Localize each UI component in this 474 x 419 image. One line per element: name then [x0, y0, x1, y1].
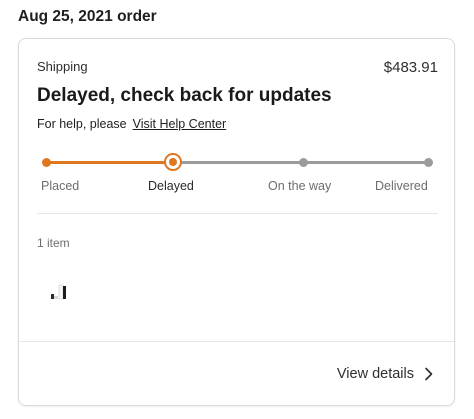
step-delivered-marker — [424, 158, 433, 167]
view-details-button[interactable]: View details — [337, 366, 434, 382]
help-text: For help, please — [37, 117, 127, 131]
product-thumbnail[interactable] — [49, 283, 73, 303]
step-placed-marker — [42, 158, 51, 167]
step-label-on-the-way: On the way — [268, 179, 332, 193]
order-date-heading: Aug 25, 2021 order — [18, 8, 157, 25]
item-count: 1 item — [37, 236, 70, 250]
view-details-label: View details — [336, 366, 414, 382]
step-label-delayed: Delayed — [148, 179, 194, 193]
chevron-right-icon — [425, 367, 433, 381]
shipment-progress: Placed Delayed On the way Delivered — [19, 149, 456, 199]
order-total: $483.91 — [383, 59, 438, 76]
divider — [37, 213, 438, 214]
step-label-placed: Placed — [41, 179, 80, 193]
step-on-the-way-marker — [299, 158, 308, 167]
order-card: Shipping $483.91 Delayed, check back for… — [18, 38, 456, 406]
status-title: Delayed, check back for updates — [37, 85, 332, 106]
divider — [19, 341, 456, 342]
step-delayed-marker — [164, 153, 182, 171]
shipping-label: Shipping — [37, 59, 88, 74]
step-label-delivered: Delivered — [375, 179, 428, 193]
visit-help-center-link[interactable]: Visit Help Center — [133, 117, 227, 131]
help-line: For help, please Visit Help Center — [37, 117, 226, 131]
progress-track-complete — [46, 161, 172, 164]
